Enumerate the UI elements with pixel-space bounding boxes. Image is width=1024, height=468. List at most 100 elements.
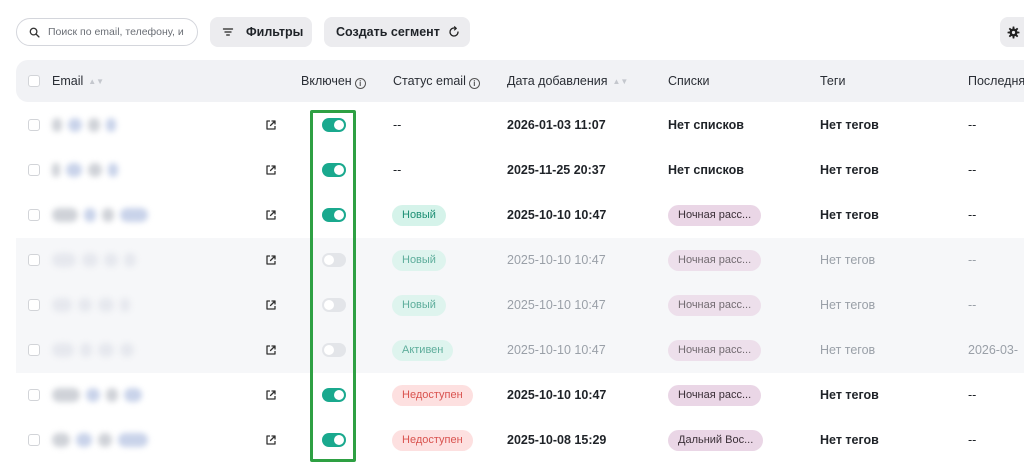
email-redacted xyxy=(88,163,102,177)
status-text: -- xyxy=(393,163,402,177)
table-row[interactable]: Недоступен 2025-10-08 15:29 Дальний Вос...… xyxy=(16,418,1024,463)
row-checkbox[interactable] xyxy=(28,299,40,311)
email-redacted xyxy=(120,343,134,357)
email-redacted xyxy=(106,118,116,132)
list-badge: Ночная расс... xyxy=(668,250,762,271)
tags-text: Нет тегов xyxy=(820,343,876,357)
date-added: 2025-10-08 15:29 xyxy=(507,433,607,447)
tags-text: Нет тегов xyxy=(820,388,879,402)
external-link-icon[interactable] xyxy=(265,254,277,266)
email-redacted xyxy=(124,253,136,267)
search-input[interactable] xyxy=(48,26,188,38)
email-redacted xyxy=(124,388,142,402)
enabled-toggle[interactable] xyxy=(322,208,346,222)
column-enabled: Включен i xyxy=(301,60,366,102)
toggle-knob xyxy=(324,255,334,265)
date-added: 2025-10-10 10:47 xyxy=(507,253,606,267)
status-text: -- xyxy=(393,118,402,132)
status-badge: Новый xyxy=(392,205,446,226)
table-row[interactable]: -- 2026-01-03 11:07 Нет списков Нет тегов -- xyxy=(16,103,1024,148)
enabled-toggle[interactable] xyxy=(322,433,346,447)
email-redacted xyxy=(120,298,130,312)
column-email-status: Статус email i xyxy=(393,60,480,102)
tags-text: Нет тегов xyxy=(820,253,876,267)
table-header: Email ▲▼ Включен i Статус email i Дата доба… xyxy=(16,60,1024,102)
toolbar: Фильтры Создать сегмент xyxy=(0,0,1024,60)
search-box[interactable] xyxy=(16,18,198,46)
list-text: Нет списков xyxy=(668,163,744,177)
filters-label: Фильтры xyxy=(246,25,304,39)
tags-text: Нет тегов xyxy=(820,208,879,222)
status-badge: Новый xyxy=(392,250,446,271)
external-link-icon[interactable] xyxy=(265,119,277,131)
tags-text: Нет тегов xyxy=(820,163,879,177)
column-tags: Теги xyxy=(820,74,846,88)
external-link-icon[interactable] xyxy=(265,299,277,311)
table-row[interactable]: Новый 2025-10-10 10:47 Ночная расс... Нет т… xyxy=(16,238,1024,283)
table-row[interactable]: Новый 2025-10-10 10:47 Ночная расс... Нет т… xyxy=(16,193,1024,238)
last-activity: -- xyxy=(968,433,977,447)
email-redacted xyxy=(86,388,100,402)
email-redacted xyxy=(52,253,76,267)
row-checkbox[interactable] xyxy=(28,344,40,356)
email-redacted xyxy=(78,298,92,312)
email-redacted xyxy=(52,163,60,177)
enabled-toggle[interactable] xyxy=(322,388,346,402)
row-checkbox[interactable] xyxy=(28,119,40,131)
select-all-checkbox[interactable] xyxy=(28,75,40,87)
row-checkbox[interactable] xyxy=(28,164,40,176)
column-last: Последня xyxy=(968,74,1024,88)
column-lists: Списки xyxy=(668,74,710,88)
email-redacted xyxy=(68,118,82,132)
sort-icon: ▲▼ xyxy=(88,77,105,86)
email-redacted xyxy=(52,118,62,132)
external-link-icon[interactable] xyxy=(265,164,277,176)
enabled-toggle[interactable] xyxy=(322,163,346,177)
list-badge: Ночная расс... xyxy=(668,295,762,316)
toggle-knob xyxy=(334,210,344,220)
column-email[interactable]: Email ▲▼ xyxy=(52,60,104,102)
enabled-toggle[interactable] xyxy=(322,253,346,267)
external-link-icon[interactable] xyxy=(265,434,277,446)
last-activity: -- xyxy=(968,163,977,177)
table-row[interactable]: Активен 2025-10-10 10:47 Ночная расс... Нет… xyxy=(16,328,1024,373)
gear-icon xyxy=(1007,26,1020,38)
toggle-knob xyxy=(324,300,334,310)
column-date-added[interactable]: Дата добавления ▲▼ xyxy=(507,60,628,102)
create-segment-button[interactable]: Создать сегмент xyxy=(324,17,470,47)
settings-button[interactable] xyxy=(1000,17,1024,47)
toggle-knob xyxy=(334,435,344,445)
row-checkbox[interactable] xyxy=(28,389,40,401)
filter-icon xyxy=(222,28,234,36)
date-added: 2025-10-10 10:47 xyxy=(507,208,607,222)
table-row[interactable]: Новый 2025-10-10 10:47 Ночная расс... Нет т… xyxy=(16,283,1024,328)
external-link-icon[interactable] xyxy=(265,209,277,221)
table-row[interactable]: -- 2025-11-25 20:37 Нет списков Нет тегов -- xyxy=(16,148,1024,193)
row-checkbox[interactable] xyxy=(28,434,40,446)
row-checkbox[interactable] xyxy=(28,254,40,266)
enabled-toggle[interactable] xyxy=(322,343,346,357)
row-checkbox[interactable] xyxy=(28,209,40,221)
table-row[interactable]: Недоступен 2025-10-10 10:47 Ночная расс...… xyxy=(16,373,1024,418)
enabled-toggle[interactable] xyxy=(322,298,346,312)
email-redacted xyxy=(84,208,96,222)
email-redacted xyxy=(98,433,112,447)
last-activity: -- xyxy=(968,298,977,312)
create-segment-label: Создать сегмент xyxy=(336,25,440,39)
email-redacted xyxy=(52,298,72,312)
info-icon[interactable]: i xyxy=(354,78,366,89)
enabled-toggle[interactable] xyxy=(322,118,346,132)
toggle-knob xyxy=(334,120,344,130)
external-link-icon[interactable] xyxy=(265,389,277,401)
email-redacted xyxy=(66,163,82,177)
email-redacted xyxy=(52,388,80,402)
date-added: 2026-01-03 11:07 xyxy=(507,118,606,132)
external-link-icon[interactable] xyxy=(265,344,277,356)
last-activity: -- xyxy=(968,118,977,132)
email-redacted xyxy=(52,433,70,447)
tags-text: Нет тегов xyxy=(820,433,879,447)
search-icon xyxy=(29,27,40,38)
filters-button[interactable]: Фильтры xyxy=(210,17,312,47)
info-icon[interactable]: i xyxy=(468,78,480,89)
email-redacted xyxy=(120,208,148,222)
